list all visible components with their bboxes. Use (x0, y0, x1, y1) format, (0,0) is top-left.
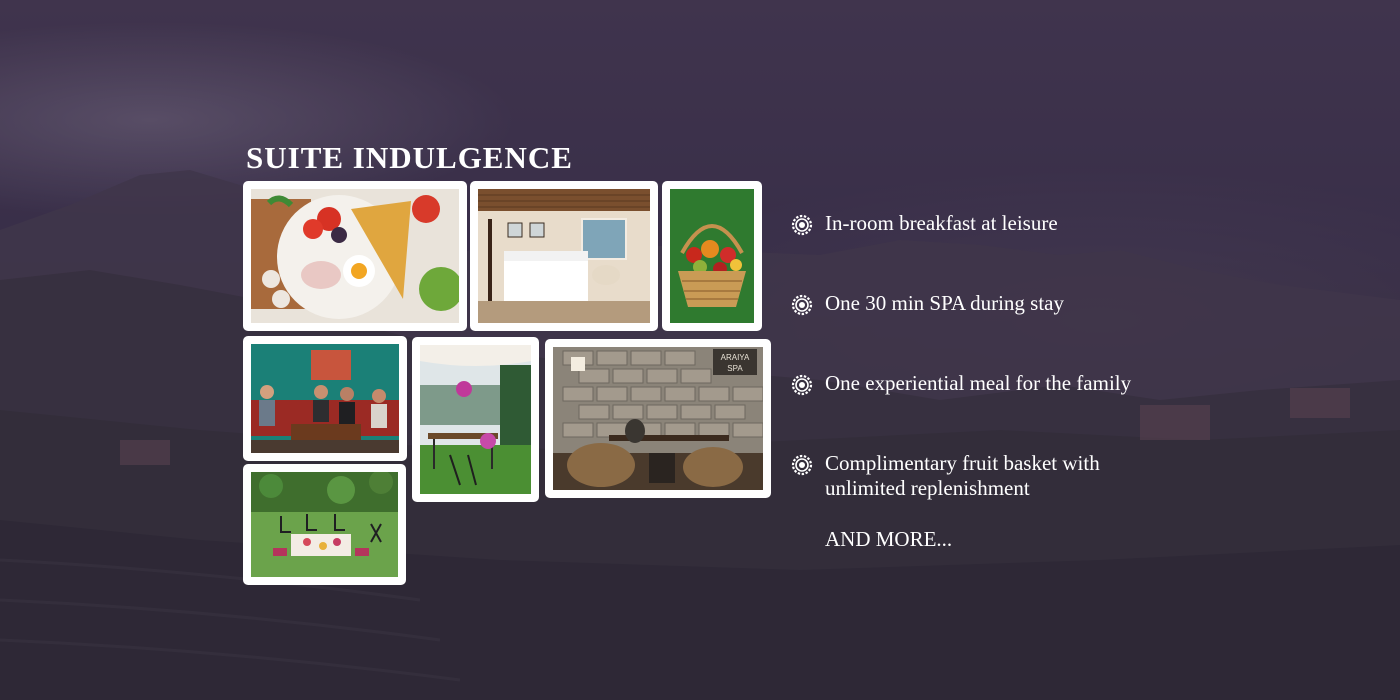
family-lounge-photo (251, 344, 399, 453)
svg-text:ARAIYA: ARAIYA (721, 353, 750, 362)
gear-bullet-icon (791, 454, 813, 476)
gear-bullet-icon (791, 294, 813, 316)
photo-frame (662, 181, 762, 331)
photo-frame (243, 336, 407, 461)
araiya-spa-photo: ARAIYA SPA (553, 347, 763, 490)
lawn-picnic-photo (251, 472, 398, 577)
and-more-text: AND MORE... (825, 527, 953, 551)
gear-bullet-icon (791, 374, 813, 396)
garden-dining-photo (420, 345, 531, 494)
photo-frame: ARAIYA SPA (545, 339, 771, 498)
feature-text: One 30 min SPA during stay (825, 291, 1064, 315)
feature-text: Complimentary fruit basket with unlimite… (825, 451, 1100, 500)
feature-item: One experiential meal for the family (790, 371, 1170, 397)
page-title: SUITE INDULGENCE (246, 140, 573, 175)
feature-item: Complimentary fruit basket with unlimite… (790, 451, 1170, 501)
breakfast-photo (251, 189, 459, 323)
feature-text: One experiential meal for the family (825, 371, 1132, 395)
suite-bedroom-photo (478, 189, 650, 323)
feature-item: In-room breakfast at leisure (790, 211, 1170, 237)
gear-bullet-icon (791, 214, 813, 236)
fruit-basket-photo (670, 189, 754, 323)
svg-text:SPA: SPA (727, 364, 743, 373)
feature-text: In-room breakfast at leisure (825, 211, 1058, 235)
photo-frame (243, 464, 406, 585)
photo-frame (412, 337, 539, 502)
photo-frame (470, 181, 658, 331)
photo-frame (243, 181, 467, 331)
feature-item: One 30 min SPA during stay (790, 291, 1170, 317)
